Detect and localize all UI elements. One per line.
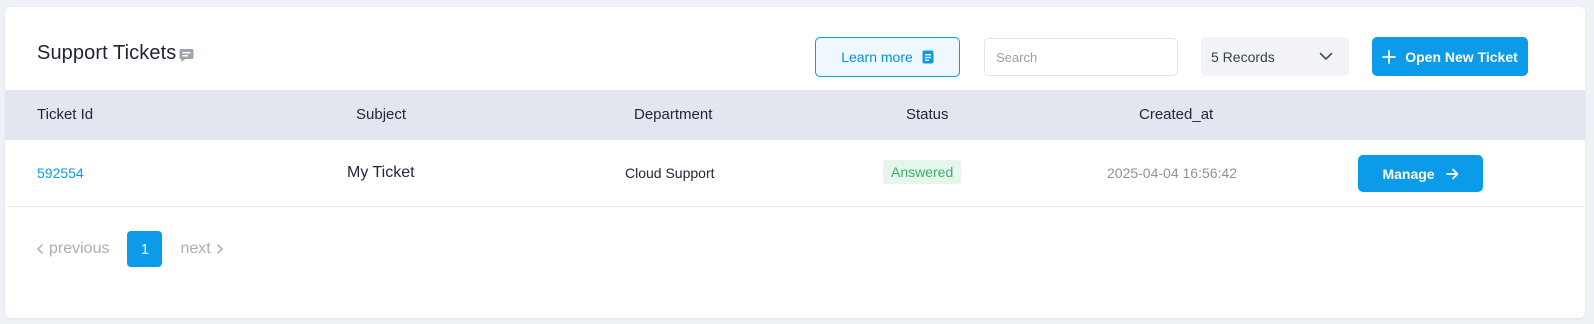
status-badge: Answered xyxy=(883,160,962,184)
open-new-ticket-button[interactable]: Open New Ticket xyxy=(1372,37,1528,76)
search-input[interactable] xyxy=(984,38,1178,76)
column-header-department: Department xyxy=(634,106,713,123)
chevron-right-icon xyxy=(216,244,223,254)
ticket-department: Cloud Support xyxy=(625,165,715,181)
ticket-id-link[interactable]: 592554 xyxy=(37,165,84,181)
records-select[interactable]: 5 Records xyxy=(1201,37,1349,76)
chevron-down-icon xyxy=(1319,52,1333,61)
records-select-value: 5 Records xyxy=(1211,48,1275,65)
pagination: previous 1 next xyxy=(37,231,223,267)
open-new-ticket-label: Open New Ticket xyxy=(1405,48,1518,65)
ticket-subject: My Ticket xyxy=(347,164,415,181)
column-header-created-at: Created_at xyxy=(1139,106,1214,123)
next-page-button[interactable]: next xyxy=(180,240,223,258)
column-header-ticket-id: Ticket Id xyxy=(37,106,94,123)
learn-more-label: Learn more xyxy=(841,49,913,65)
ticket-created-at: 2025-04-04 16:56:42 xyxy=(1107,165,1237,181)
previous-page-button[interactable]: previous xyxy=(37,240,109,258)
support-tickets-card: Support Tickets Learn more 5 Records xyxy=(5,7,1585,318)
manage-button[interactable]: Manage xyxy=(1358,155,1483,192)
chat-bubble-icon xyxy=(178,47,195,64)
arrow-right-icon xyxy=(1445,168,1459,180)
manage-label: Manage xyxy=(1382,165,1435,182)
next-label: next xyxy=(180,240,211,257)
table-header: Ticket Id Subject Department Status Crea… xyxy=(5,90,1585,140)
column-header-status: Status xyxy=(906,106,949,123)
column-header-subject: Subject xyxy=(356,106,407,123)
page-title: Support Tickets xyxy=(37,42,195,65)
plus-icon xyxy=(1382,49,1397,64)
document-icon xyxy=(922,50,934,64)
learn-more-button[interactable]: Learn more xyxy=(815,37,960,77)
page-number-current[interactable]: 1 xyxy=(127,231,163,267)
table-row: 592554 My Ticket Cloud Support Answered … xyxy=(5,140,1585,207)
page-title-text: Support Tickets xyxy=(37,42,177,64)
chevron-left-icon xyxy=(37,244,43,254)
previous-label: previous xyxy=(49,240,110,257)
